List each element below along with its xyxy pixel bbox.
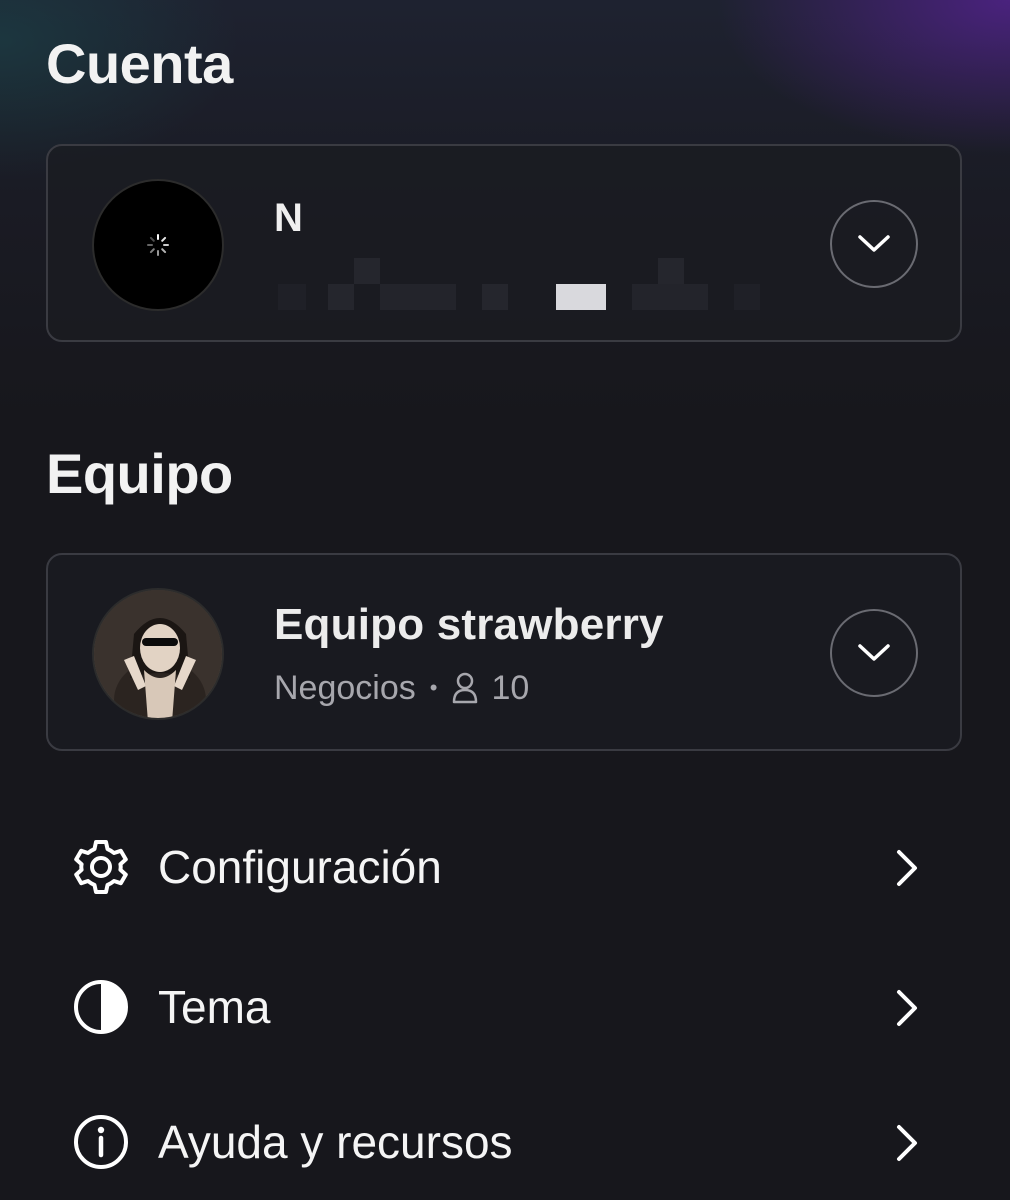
account-card[interactable]: N [46, 144, 962, 342]
chevron-right-icon [897, 850, 917, 886]
team-section-title: Equipo [46, 442, 233, 505]
team-meta: Negocios • 10 [274, 671, 529, 705]
menu-label: Configuración [158, 841, 442, 893]
gear-icon [74, 840, 128, 894]
account-expand-button[interactable] [830, 200, 918, 288]
team-member-count: 10 [491, 669, 530, 707]
chevron-down-icon [858, 235, 890, 252]
menu-item-configuracion[interactable]: Configuración [46, 816, 962, 916]
separator-dot: • [429, 675, 438, 700]
team-name: Equipo strawberry [274, 600, 664, 649]
team-avatar-image [94, 590, 222, 718]
menu-label: Tema [158, 981, 271, 1033]
menu-item-tema[interactable]: Tema [46, 956, 962, 1056]
chevron-right-icon [897, 990, 917, 1026]
account-name: N [274, 196, 303, 240]
person-icon [453, 672, 478, 704]
chevron-down-icon [858, 644, 890, 661]
redacted-email [278, 258, 768, 310]
account-avatar [92, 179, 224, 311]
chevron-right-icon [897, 1125, 917, 1161]
team-plan: Negocios [274, 669, 416, 707]
loading-spinner-icon [147, 234, 169, 256]
team-avatar [92, 588, 224, 720]
menu-item-ayuda[interactable]: Ayuda y recursos [46, 1091, 962, 1191]
account-section-title: Cuenta [46, 32, 233, 95]
contrast-icon [74, 980, 128, 1034]
team-card[interactable]: Equipo strawberry Negocios • 10 [46, 553, 962, 751]
team-expand-button[interactable] [830, 609, 918, 697]
info-icon [74, 1115, 128, 1169]
menu-label: Ayuda y recursos [158, 1116, 513, 1168]
